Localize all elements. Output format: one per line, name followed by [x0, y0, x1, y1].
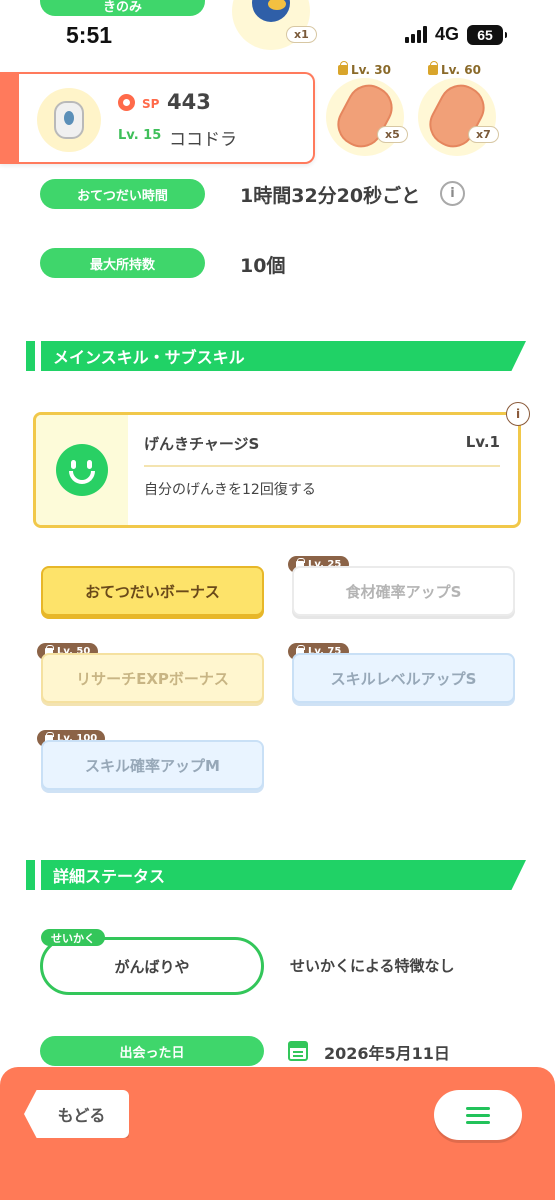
status-indicators: 4G 65	[405, 24, 508, 45]
berry-count-badge: x1	[286, 26, 317, 43]
calendar-icon	[288, 1041, 308, 1061]
pokemon-header-card: SP 443 Lv. 15 ココドラ	[0, 72, 315, 164]
main-skill-card[interactable]: げんきチャージS Lv.1 自分のげんきを12回復する	[33, 412, 521, 528]
sub-skill-3[interactable]: リサーチEXPボーナス	[41, 653, 264, 703]
info-icon[interactable]: i	[440, 181, 465, 206]
menu-icon-line	[466, 1113, 490, 1117]
detail-status-section-header: 詳細ステータス	[26, 860, 526, 890]
sub-skill-5[interactable]: スキル確率アップM	[41, 740, 264, 790]
smile-icon	[56, 444, 108, 496]
lock-icon	[428, 61, 438, 75]
battery-icon: 65	[467, 24, 508, 45]
main-skill-section-header: メインスキル・サブスキル	[26, 341, 526, 371]
skill-icon-area	[36, 415, 128, 525]
main-skill-name: げんきチャージS	[144, 435, 260, 453]
menu-icon-line	[466, 1120, 490, 1124]
sausage-icon	[329, 76, 401, 156]
pokeball-icon	[118, 94, 135, 111]
section-marker	[26, 341, 35, 371]
sp-value: 443	[167, 90, 211, 114]
sub-skill-4[interactable]: スキルレベルアップS	[292, 653, 515, 703]
card-accent-stripe	[0, 74, 19, 162]
menu-icon-line	[466, 1106, 490, 1110]
pokemon-avatar	[37, 88, 101, 152]
menu-button[interactable]	[434, 1090, 522, 1140]
status-time: 5:51	[66, 22, 113, 48]
section-title: 詳細ステータス	[41, 860, 526, 890]
nature-tag: せいかく	[41, 929, 105, 946]
nature-description: せいかくによる特徴なし	[290, 957, 455, 975]
main-skill-level: Lv.1	[465, 433, 500, 451]
network-type: 4G	[435, 24, 460, 44]
help-time-label: おてつだい時間	[40, 179, 205, 209]
sausage-icon	[421, 76, 493, 156]
lock-icon	[338, 61, 348, 75]
ingredient-lock-level-2: Lv. 30	[338, 61, 391, 77]
pokemon-level: Lv. 15	[118, 128, 162, 143]
lock-level-text: Lv. 30	[351, 63, 391, 77]
ingredient-slot-2[interactable]	[326, 76, 404, 156]
max-carry-label: 最大所持数	[40, 248, 205, 278]
help-time-value: 1時間32分20秒ごと	[240, 185, 421, 207]
berry-label-pill: きのみ	[40, 0, 205, 16]
skill-info-icon[interactable]: i	[506, 402, 530, 426]
signal-icon	[405, 26, 427, 43]
main-skill-description: 自分のげんきを12回復する	[144, 482, 316, 498]
sub-skill-2[interactable]: 食材確率アップS	[292, 566, 515, 616]
skill-divider	[144, 465, 500, 467]
section-marker	[26, 860, 35, 890]
sub-skill-1[interactable]: おてつだいボーナス	[41, 566, 264, 616]
section-title: メインスキル・サブスキル	[41, 341, 526, 371]
sp-label: SP	[142, 97, 160, 111]
max-carry-value: 10個	[240, 255, 286, 277]
lock-level-text: Lv. 60	[441, 63, 481, 77]
ingredient-lock-level-3: Lv. 60	[428, 61, 481, 77]
met-date-label: 出会った日	[40, 1036, 264, 1066]
back-button[interactable]: もどる	[24, 1090, 129, 1138]
pokemon-sprite-icon	[54, 101, 84, 139]
ingredient-slot-3[interactable]	[418, 76, 496, 156]
pokemon-name: ココドラ	[169, 130, 237, 150]
ingredient-count-3: x7	[468, 126, 499, 143]
met-date-value: 2026年5月11日	[324, 1044, 450, 1063]
ingredient-count-2: x5	[377, 126, 408, 143]
